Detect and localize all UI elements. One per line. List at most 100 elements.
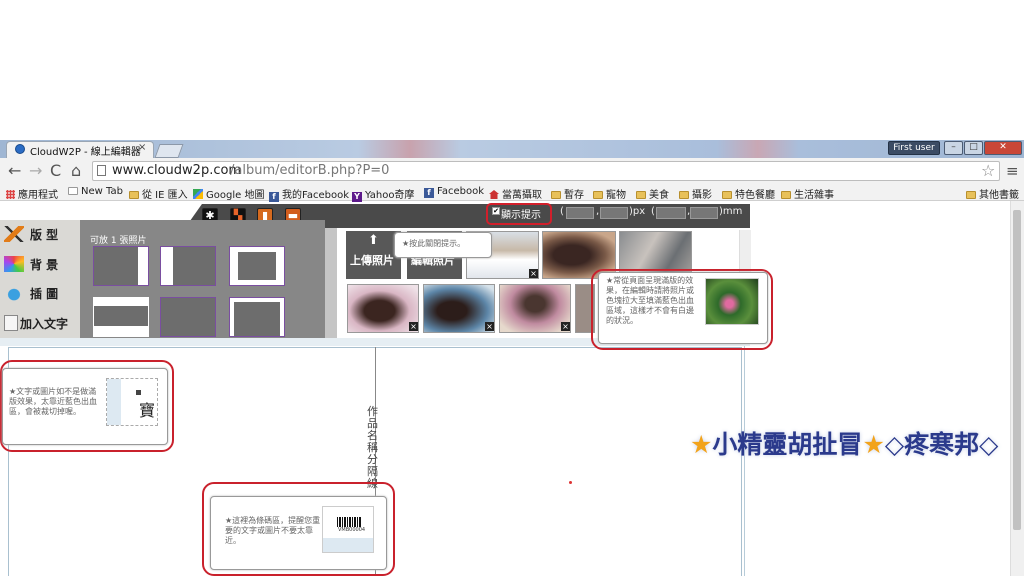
barcode-icon — [337, 517, 361, 527]
photo-tip-text: ★常從頁面呈現滿版的效果，在編輯時請將照片或色塊拉大至填滿藍色出血區域，這樣才不… — [606, 276, 694, 325]
folder-icon — [129, 191, 139, 199]
facebook-icon: f — [424, 188, 434, 198]
bookmark-label: Facebook — [437, 186, 484, 197]
maximize-button[interactable]: □ — [964, 141, 983, 155]
upload-arrow-icon: ⬆ — [368, 233, 379, 248]
site-favicon-icon — [15, 144, 25, 154]
bookmark-label: 特色餐廳 — [735, 190, 775, 201]
bookmark-food[interactable]: 美食 — [636, 186, 669, 201]
bookmark-yahoo[interactable]: Y Yahoo奇摩 — [352, 186, 414, 202]
panel-scrollbar[interactable] — [325, 228, 337, 338]
bookmark-temp[interactable]: 暫存 — [551, 186, 584, 201]
bookmark-label: 應用程式 — [18, 190, 58, 201]
remove-photo-icon[interactable]: × — [485, 322, 494, 331]
remove-photo-icon[interactable]: × — [409, 322, 418, 331]
bookmark-label: Yahoo奇摩 — [365, 190, 415, 201]
page-icon — [68, 187, 78, 195]
layout-option[interactable] — [93, 297, 149, 337]
bookmark-new-tab[interactable]: New Tab — [68, 186, 123, 197]
side-item-label: 背 景 — [30, 258, 59, 272]
bookmark-restaurants[interactable]: 特色餐廳 — [722, 186, 775, 201]
side-item-layout[interactable]: 版 型 — [4, 226, 58, 243]
side-item-background[interactable]: 背 景 — [4, 256, 58, 273]
bleed-tip-text: ★文字或圖片如不是做滿版效果，太靠近藍色出血區，會被裁切掉喔。 — [9, 387, 97, 416]
dim-sep: , — [596, 206, 600, 217]
reload-button[interactable]: C — [50, 161, 61, 180]
clipart-icon — [4, 285, 24, 301]
layout-option[interactable] — [229, 246, 285, 286]
maps-icon — [193, 189, 203, 199]
bookmark-facebook[interactable]: f Facebook — [424, 186, 484, 198]
bookmark-label: 從 IE 匯入 — [142, 190, 188, 201]
spine-title: 作品名稱分隔線 — [367, 405, 378, 490]
layout-option[interactable] — [93, 246, 149, 286]
width-mm-input[interactable] — [656, 207, 686, 219]
text-icon — [4, 315, 18, 331]
folder-icon — [722, 191, 732, 199]
home-icon — [489, 190, 499, 199]
back-button[interactable]: ← — [8, 161, 21, 180]
side-item-label: 加入文字 — [20, 317, 69, 331]
layout-option[interactable] — [160, 246, 216, 286]
upload-photo-label: 上傳照片 — [350, 254, 394, 267]
folder-icon — [551, 191, 561, 199]
dim-open: ( — [560, 206, 564, 217]
page-scrollbar-thumb[interactable] — [1013, 210, 1021, 530]
tab-close-icon[interactable]: × — [138, 142, 146, 153]
folder-icon — [966, 191, 976, 199]
remove-photo-icon[interactable]: × — [561, 322, 570, 331]
dim-unit-px: )px — [629, 206, 646, 217]
folder-icon — [636, 191, 646, 199]
watermark: ★小精靈胡扯冒★◇疼寒邦◇ — [690, 430, 999, 459]
side-item-label: 插 圖 — [30, 287, 59, 301]
forward-button[interactable]: → — [29, 161, 42, 180]
layout-option[interactable] — [229, 297, 285, 337]
show-hint-highlight — [486, 203, 552, 225]
bookmark-photography[interactable]: 攝影 — [679, 186, 712, 201]
page-icon — [97, 165, 106, 176]
flower-sample-image — [705, 278, 759, 325]
bookmark-home[interactable]: 當萬攝取 — [489, 186, 542, 201]
bookmark-google-maps[interactable]: Google 地圖 — [193, 186, 264, 201]
bookmark-pets[interactable]: 寵物 — [593, 186, 626, 201]
barcode-sample-band — [323, 538, 373, 552]
bookmark-apps[interactable]: 應用程式 — [6, 186, 58, 201]
bookmark-label: 生活雜事 — [794, 190, 834, 201]
dim-unit-mm: )mm — [719, 206, 743, 217]
bookmark-other[interactable]: 其他書籤 — [966, 186, 1019, 201]
height-mm-input[interactable] — [690, 207, 718, 219]
user-profile-button[interactable]: First user — [888, 141, 940, 155]
layout-icon — [4, 226, 24, 242]
height-px-input[interactable] — [600, 207, 628, 219]
bookmark-label: 暫存 — [564, 190, 584, 201]
canvas-marker — [569, 481, 572, 484]
bookmark-label: 攝影 — [692, 190, 712, 201]
side-item-text[interactable]: 加入文字 — [4, 315, 68, 332]
close-hint-text: ★按此關閉提示。 — [402, 239, 466, 248]
bleed-sample-band — [107, 379, 121, 425]
apps-icon — [6, 190, 15, 199]
side-item-clipart[interactable]: 插 圖 — [4, 285, 58, 302]
bookmark-label: 其他書籤 — [979, 190, 1019, 201]
bookmark-label: 寵物 — [606, 190, 626, 201]
layout-option[interactable] — [160, 297, 216, 337]
width-px-input[interactable] — [566, 207, 594, 219]
bookmark-ie-import[interactable]: 從 IE 匯入 — [129, 186, 188, 201]
minimize-button[interactable]: – — [944, 141, 963, 155]
bookmark-label: New Tab — [81, 186, 123, 197]
close-window-button[interactable]: ✕ — [984, 141, 1022, 155]
url-host[interactable]: www.cloudw2p.com — [112, 163, 241, 178]
url-path[interactable]: /album/editorB.php?P=0 — [230, 163, 389, 178]
bookmark-star-icon[interactable]: ☆ — [981, 161, 995, 180]
remove-photo-icon[interactable]: × — [529, 269, 538, 278]
background-icon — [4, 256, 24, 272]
home-button[interactable]: ⌂ — [71, 161, 81, 180]
folder-icon — [593, 191, 603, 199]
bookmark-my-facebook[interactable]: f 我的Facebook — [269, 186, 349, 202]
yahoo-icon: Y — [352, 192, 362, 202]
bleed-sample-char: 寶 — [139, 401, 156, 420]
new-tab-button[interactable] — [154, 144, 184, 158]
chrome-menu-icon[interactable]: ≡ — [1006, 162, 1019, 180]
barcode-number: VMB00004 — [338, 527, 366, 533]
bookmark-life[interactable]: 生活雜事 — [781, 186, 834, 201]
